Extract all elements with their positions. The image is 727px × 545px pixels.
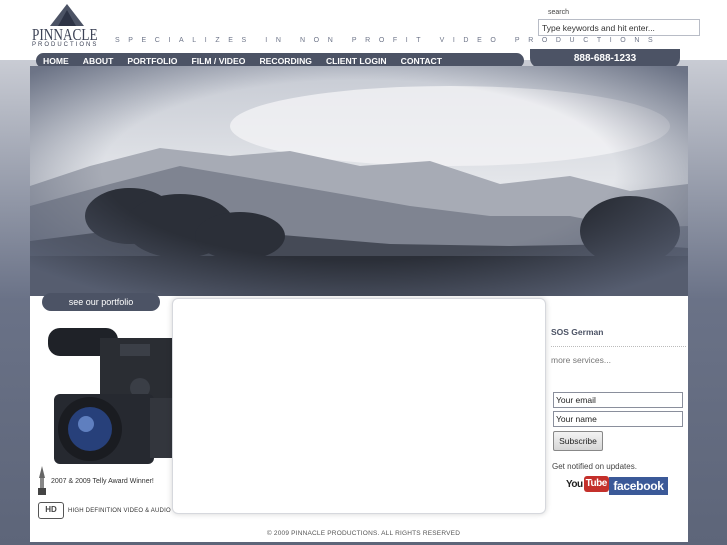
- youtube-icon[interactable]: You Tube: [566, 476, 609, 496]
- youtube-you-text: You: [566, 479, 583, 490]
- more-services-link[interactable]: more services...: [551, 355, 611, 365]
- logo[interactable]: PINNACLE PRODUCTIONS: [32, 4, 102, 48]
- video-camera-image: [40, 318, 174, 470]
- nav-contact[interactable]: CONTACT: [401, 56, 442, 66]
- mountain-landscape-image: [30, 66, 688, 298]
- nav-film-video[interactable]: FILM / VIDEO: [191, 56, 245, 66]
- youtube-tube-text: Tube: [583, 476, 609, 492]
- notify-text: Get notified on updates.: [552, 462, 637, 471]
- mountain-logo-icon: [50, 4, 84, 26]
- sidebar-title[interactable]: SOS German: [551, 327, 603, 337]
- divider: [551, 346, 686, 347]
- hd-text: HIGH DEFINITION VIDEO & AUDIO: [68, 507, 171, 514]
- logo-subtext: PRODUCTIONS: [32, 42, 99, 48]
- nav-recording[interactable]: RECORDING: [259, 56, 312, 66]
- nav-portfolio[interactable]: PORTFOLIO: [127, 56, 177, 66]
- nav-home[interactable]: HOME: [43, 56, 69, 66]
- trophy-icon: [38, 466, 46, 495]
- hero-banner: [30, 66, 688, 298]
- nav-about[interactable]: ABOUT: [83, 56, 114, 66]
- subscribe-button[interactable]: Subscribe: [553, 431, 603, 451]
- facebook-icon[interactable]: facebook: [609, 477, 668, 495]
- hd-feature: HD HIGH DEFINITION VIDEO & AUDIO: [38, 502, 171, 519]
- search-input[interactable]: [538, 19, 700, 36]
- name-field[interactable]: [553, 411, 683, 427]
- email-field[interactable]: [553, 392, 683, 408]
- search-label: search: [548, 9, 570, 16]
- see-portfolio-button[interactable]: see our portfolio: [42, 293, 160, 311]
- video-player[interactable]: [172, 298, 546, 514]
- tagline: SPECIALIZES IN NON PROFIT VIDEO PRODUCTI…: [115, 37, 662, 44]
- header: PINNACLE PRODUCTIONS SPECIALIZES IN NON …: [0, 0, 727, 52]
- camera-icon: [48, 328, 174, 464]
- hd-icon: HD: [38, 502, 64, 519]
- telly-award-text: 2007 & 2009 Telly Award Winner!: [51, 477, 154, 485]
- footer-copyright: © 2009 PINNACLE PRODUCTIONS. ALL RIGHTS …: [266, 530, 461, 537]
- telly-award: 2007 & 2009 Telly Award Winner!: [37, 466, 154, 496]
- nav-client-login[interactable]: CLIENT LOGIN: [326, 56, 387, 66]
